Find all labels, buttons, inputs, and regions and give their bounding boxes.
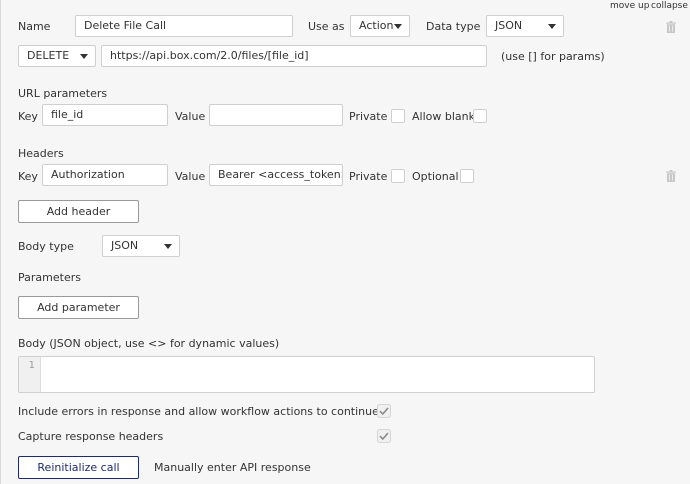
url-param-key-input[interactable]: file_id	[42, 104, 168, 126]
url-param-private-checkbox[interactable]	[391, 109, 405, 123]
body-type-dropdown[interactable]: JSON	[102, 235, 180, 257]
capture-headers-label: Capture response headers	[18, 430, 164, 443]
method-value: DELETE	[27, 49, 70, 62]
collapse-link[interactable]: collapse	[651, 1, 688, 11]
chevron-down-icon	[164, 244, 172, 249]
chevron-down-icon	[548, 24, 556, 29]
move-up-link[interactable]: move up	[610, 1, 649, 11]
api-call-panel: move up collapse Name Delete File Call U…	[0, 0, 690, 484]
use-as-value: Action	[359, 19, 394, 32]
body-type-value: JSON	[111, 239, 139, 252]
add-header-button[interactable]: Add header	[18, 200, 139, 223]
manual-response-link[interactable]: Manually enter API response	[154, 461, 311, 474]
allow-blank-checkbox[interactable]	[473, 109, 487, 123]
chevron-down-icon	[394, 24, 402, 29]
name-input[interactable]: Delete File Call	[75, 15, 293, 37]
header-key-input[interactable]: Authorization	[42, 164, 168, 186]
parameters-title: Parameters	[18, 271, 81, 284]
url-hint: (use [] for params)	[501, 50, 605, 63]
data-type-label: Data type	[426, 20, 481, 33]
chevron-down-icon	[80, 54, 88, 59]
url-param-value-label: Value	[175, 110, 206, 123]
line-number: 1	[28, 360, 35, 371]
url-parameters-title: URL parameters	[18, 87, 108, 100]
use-as-label: Use as	[308, 20, 345, 33]
header-key-label: Key	[18, 170, 38, 183]
data-type-dropdown[interactable]: JSON	[486, 15, 564, 37]
headers-title: Headers	[18, 147, 64, 160]
header-value-input[interactable]: Bearer <access_token>	[209, 164, 343, 186]
url-param-key-label: Key	[18, 110, 38, 123]
header-value-label: Value	[175, 170, 206, 183]
use-as-dropdown[interactable]: Action	[350, 15, 410, 37]
data-type-value: JSON	[495, 19, 523, 32]
trash-icon[interactable]	[666, 170, 676, 182]
body-type-label: Body type	[18, 240, 74, 253]
checkmark-icon[interactable]	[377, 429, 391, 443]
reinitialize-call-button[interactable]: Reinitialize call	[18, 456, 139, 479]
body-label: Body (JSON object, use <> for dynamic va…	[18, 337, 280, 350]
url-param-value-input[interactable]	[209, 104, 343, 126]
header-optional-checkbox[interactable]	[460, 169, 474, 183]
method-dropdown[interactable]: DELETE	[18, 45, 96, 67]
url-input[interactable]: https://api.box.com/2.0/files/[file_id]	[101, 45, 487, 67]
url-param-private-label: Private	[349, 110, 388, 123]
checkmark-icon[interactable]	[377, 404, 391, 418]
include-errors-label: Include errors in response and allow wor…	[18, 405, 379, 418]
header-private-label: Private	[349, 170, 388, 183]
allow-blank-label: Allow blank	[412, 110, 475, 123]
header-private-checkbox[interactable]	[391, 169, 405, 183]
add-parameter-button[interactable]: Add parameter	[18, 296, 139, 319]
header-optional-label: Optional	[412, 170, 459, 183]
name-label: Name	[18, 20, 51, 33]
line-gutter: 1	[19, 357, 41, 392]
body-editor[interactable]: 1	[18, 356, 595, 393]
trash-icon[interactable]	[666, 21, 676, 33]
